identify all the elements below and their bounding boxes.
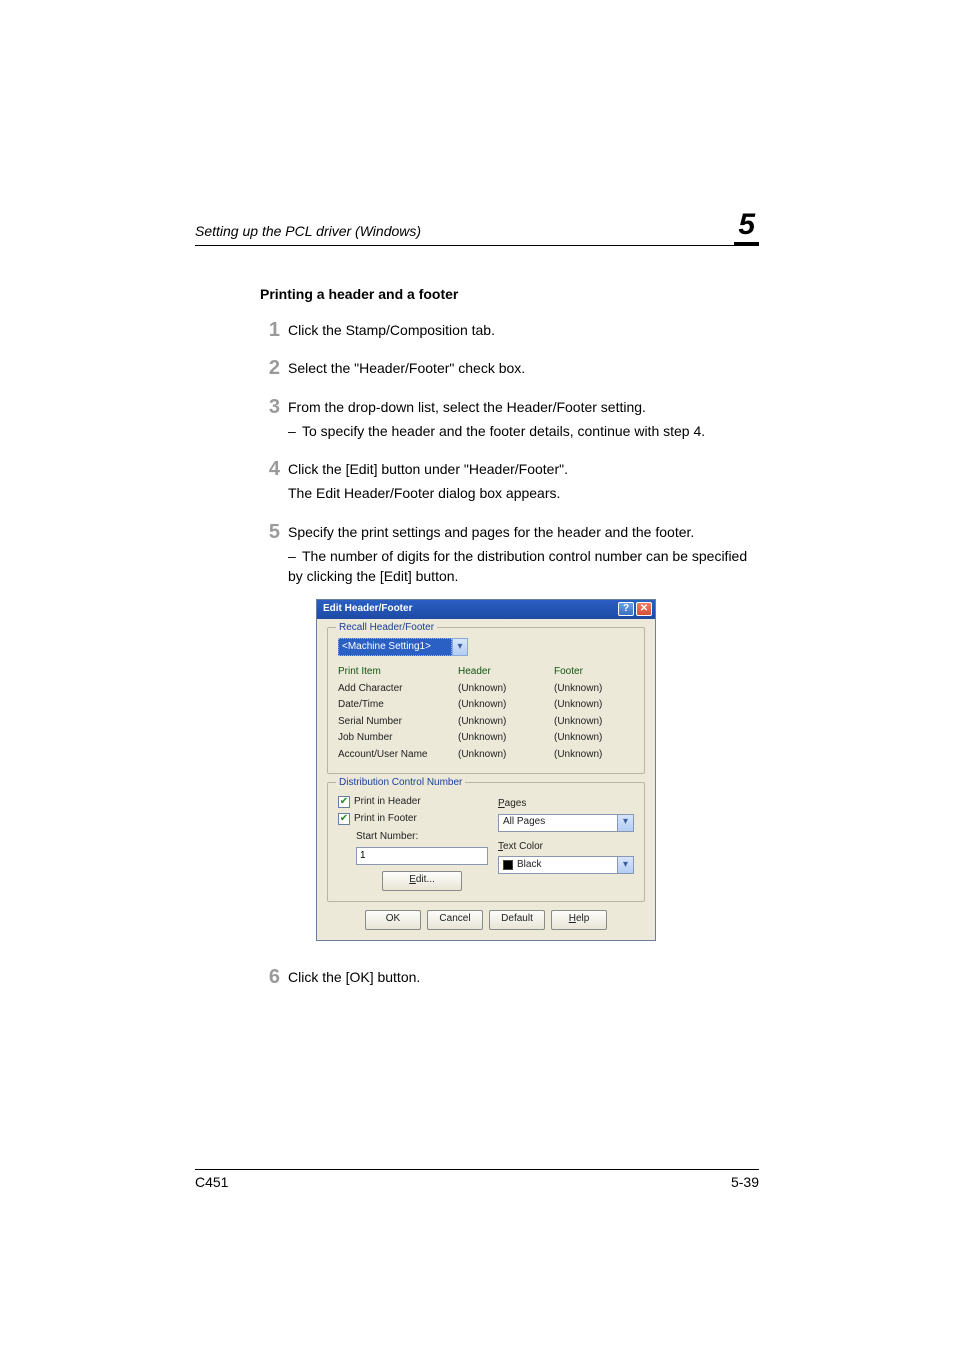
dialog-titlebar[interactable]: Edit Header/Footer ? ✕ <box>317 600 655 620</box>
cell-item: Job Number <box>338 730 458 747</box>
ok-button[interactable]: OK <box>365 910 421 930</box>
cell-footer: (Unknown) <box>554 730 634 747</box>
cell-header: (Unknown) <box>458 714 554 731</box>
step-3: From the drop-down list, select the Head… <box>260 397 759 442</box>
step-text: Click the Stamp/Composition tab. <box>288 322 495 338</box>
cell-item: Date/Time <box>338 697 458 714</box>
chevron-down-icon: ▾ <box>452 638 468 656</box>
col-print-item: Print Item <box>338 664 458 681</box>
step-1: Click the Stamp/Composition tab. <box>260 320 759 340</box>
help-button[interactable]: Help <box>551 910 607 930</box>
titlebar-close-button[interactable]: ✕ <box>636 602 652 616</box>
print-in-header-checkbox[interactable]: ✔ Print in Header <box>338 795 488 810</box>
distribution-fieldset: Distribution Control Number ✔ Print in H… <box>327 782 645 902</box>
running-header-text: Setting up the PCL driver (Windows) <box>195 223 421 243</box>
table-row[interactable]: Add Character(Unknown)(Unknown) <box>338 681 634 698</box>
step-text: Click the [OK] button. <box>288 969 420 985</box>
footer-right: 5-39 <box>731 1174 759 1190</box>
cell-item: Add Character <box>338 681 458 698</box>
cell-header: (Unknown) <box>458 730 554 747</box>
checkbox-icon: ✔ <box>338 796 350 808</box>
cancel-button[interactable]: Cancel <box>427 910 483 930</box>
step-text: Specify the print settings and pages for… <box>288 524 694 540</box>
edit-button[interactable]: EEdit...dit... <box>382 871 462 891</box>
cell-footer: (Unknown) <box>554 681 634 698</box>
checkbox-label: Print in Footer <box>354 812 417 827</box>
start-number-label: Start Number: <box>356 830 488 845</box>
cell-item: Serial Number <box>338 714 458 731</box>
footer-left: C451 <box>195 1174 228 1190</box>
table-row[interactable]: Account/User Name(Unknown)(Unknown) <box>338 747 634 764</box>
chevron-down-icon: ▾ <box>617 857 633 873</box>
dialog-button-row: OK Cancel Default Help <box>327 910 645 930</box>
table-row[interactable]: Date/Time(Unknown)(Unknown) <box>338 697 634 714</box>
table-body: Add Character(Unknown)(Unknown)Date/Time… <box>338 681 634 764</box>
help-icon: ? <box>623 602 629 617</box>
cell-header: (Unknown) <box>458 681 554 698</box>
pages-dropdown[interactable]: All Pages ▾ <box>498 814 634 832</box>
step-sub: –To specify the header and the footer de… <box>288 421 759 441</box>
checkbox-icon: ✔ <box>338 813 350 825</box>
dialog-title: Edit Header/Footer <box>323 602 412 617</box>
recall-legend: Recall Header/Footer <box>336 621 437 636</box>
step-sub: –The number of digits for the distributi… <box>288 546 759 587</box>
step-2: Select the "Header/Footer" check box. <box>260 358 759 378</box>
page-footer: C451 5-39 <box>195 1169 759 1190</box>
recall-fieldset: Recall Header/Footer <Machine Setting1> … <box>327 627 645 774</box>
cell-header: (Unknown) <box>458 747 554 764</box>
steps-list: Click the Stamp/Composition tab. Select … <box>260 320 759 987</box>
cell-footer: (Unknown) <box>554 747 634 764</box>
start-number-input[interactable] <box>356 847 488 865</box>
edit-header-footer-dialog: Edit Header/Footer ? ✕ Recall Header/Foo… <box>316 599 656 941</box>
step-6: Click the [OK] button. <box>260 967 759 987</box>
chevron-down-icon: ▾ <box>617 815 633 831</box>
step-text: Select the "Header/Footer" check box. <box>288 360 525 376</box>
step-text: Click the [Edit] button under "Header/Fo… <box>288 461 568 477</box>
step-5: Specify the print settings and pages for… <box>260 522 759 941</box>
col-header: Header <box>458 664 554 681</box>
table-row[interactable]: Job Number(Unknown)(Unknown) <box>338 730 634 747</box>
recall-combo[interactable]: <Machine Setting1> ▾ <box>338 638 468 656</box>
pages-value: All Pages <box>499 815 617 831</box>
pages-label: Pages <box>498 797 634 812</box>
step-4: Click the [Edit] button under "Header/Fo… <box>260 459 759 504</box>
distribution-legend: Distribution Control Number <box>336 776 465 791</box>
running-header: Setting up the PCL driver (Windows) 5 <box>195 210 759 246</box>
table-row[interactable]: Serial Number(Unknown)(Unknown) <box>338 714 634 731</box>
cell-header: (Unknown) <box>458 697 554 714</box>
table-header: Print Item Header Footer <box>338 664 634 681</box>
print-in-footer-checkbox[interactable]: ✔ Print in Footer <box>338 812 488 827</box>
close-icon: ✕ <box>640 602 648 617</box>
default-button[interactable]: Default <box>489 910 545 930</box>
step-text: From the drop-down list, select the Head… <box>288 399 646 415</box>
checkbox-label: Print in Header <box>354 795 421 810</box>
section-title: Printing a header and a footer <box>260 286 759 302</box>
text-color-label: Text Color <box>498 840 634 855</box>
text-color-value: Black <box>499 857 617 873</box>
cell-footer: (Unknown) <box>554 714 634 731</box>
col-footer: Footer <box>554 664 634 681</box>
chapter-number: 5 <box>734 210 759 245</box>
titlebar-help-button[interactable]: ? <box>618 602 634 616</box>
step-cont: The Edit Header/Footer dialog box appear… <box>288 483 759 503</box>
color-swatch <box>503 860 513 870</box>
cell-footer: (Unknown) <box>554 697 634 714</box>
cell-item: Account/User Name <box>338 747 458 764</box>
recall-selected: <Machine Setting1> <box>338 638 452 656</box>
text-color-dropdown[interactable]: Black ▾ <box>498 856 634 874</box>
